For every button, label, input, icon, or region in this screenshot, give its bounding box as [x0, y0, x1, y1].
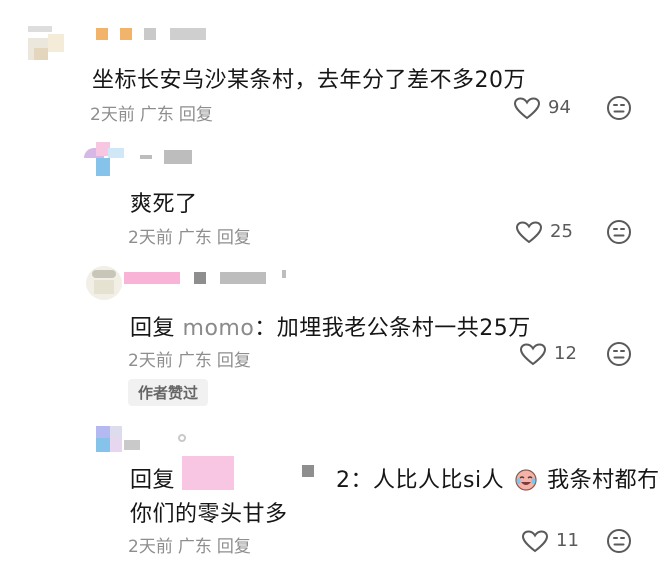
- heart-outline-icon: [522, 530, 548, 553]
- avatar[interactable]: [84, 142, 126, 176]
- timestamp: 2天前: [90, 105, 135, 125]
- comment-meta: 2天前 广东 回复: [128, 532, 256, 557]
- timestamp: 2天前: [128, 351, 173, 371]
- heart-outline-icon: [520, 343, 546, 366]
- heart-outline-icon: [514, 97, 540, 120]
- username-redacted[interactable]: [176, 430, 190, 444]
- heart-outline-icon: [516, 221, 542, 244]
- like-count: 94: [548, 97, 571, 118]
- reply-to-username[interactable]: momo: [183, 316, 255, 341]
- dislike-button[interactable]: [606, 341, 632, 367]
- comment-text-line2: 你们的零头甘多: [130, 502, 288, 527]
- like-count: 25: [550, 221, 573, 242]
- comment-meta: 2天前 广东 回复: [128, 223, 256, 248]
- reply-text: ：加埋我老公条村一共25万: [254, 316, 531, 341]
- reply-text: 2：人比人比si人 我条村都冇: [336, 462, 660, 494]
- reply-button[interactable]: 回复: [217, 537, 251, 557]
- like-button[interactable]: 12: [520, 342, 600, 368]
- dislike-button[interactable]: [606, 528, 632, 554]
- comment-text: 爽死了: [130, 192, 198, 217]
- like-button[interactable]: 94: [514, 96, 594, 122]
- avatar[interactable]: [86, 266, 122, 300]
- reply-text-a: 2：人比人比si人: [336, 468, 505, 493]
- neutral-face-icon: [607, 342, 631, 366]
- reply-button[interactable]: 回复: [217, 351, 251, 371]
- username-redacted[interactable]: [96, 28, 208, 42]
- author-liked-badge: 作者赞过: [128, 379, 209, 406]
- dislike-button[interactable]: [606, 219, 632, 245]
- crying-laughing-emoji: [514, 467, 538, 491]
- reply-button[interactable]: 回复: [217, 228, 251, 248]
- neutral-face-icon: [607, 96, 631, 120]
- avatar[interactable]: [96, 426, 142, 454]
- username-redacted[interactable]: [124, 270, 292, 286]
- comment-meta: 2天前 广东 回复: [128, 346, 256, 371]
- location: 广东: [177, 351, 212, 371]
- reply-button[interactable]: 回复: [179, 105, 213, 125]
- comment-meta: 2天前 广东 回复: [90, 100, 218, 125]
- location: 广东: [177, 228, 212, 248]
- like-count: 12: [554, 343, 577, 364]
- username-redacted[interactable]: [140, 150, 194, 164]
- location: 广东: [139, 105, 174, 125]
- reply-prefix: 回复: [130, 316, 176, 341]
- neutral-face-icon: [607, 529, 631, 553]
- comment-text: 坐标长安乌沙某条村，去年分了差不多20万: [92, 68, 526, 93]
- like-count: 11: [556, 530, 579, 551]
- comment-text: 回复 momo：加埋我老公条村一共25万: [130, 310, 531, 342]
- timestamp: 2天前: [128, 537, 173, 557]
- like-button[interactable]: 11: [522, 529, 602, 555]
- like-button[interactable]: 25: [516, 220, 596, 246]
- dislike-button[interactable]: [606, 95, 632, 121]
- avatar[interactable]: [28, 26, 74, 62]
- reply-text-b: 我条村都冇: [547, 468, 660, 493]
- timestamp: 2天前: [128, 228, 173, 248]
- neutral-face-icon: [607, 220, 631, 244]
- location: 广东: [177, 537, 212, 557]
- reply-to-username-redacted[interactable]: [182, 456, 330, 492]
- reply-prefix: 回复: [130, 468, 176, 493]
- comment-text-line1: 回复: [130, 462, 175, 494]
